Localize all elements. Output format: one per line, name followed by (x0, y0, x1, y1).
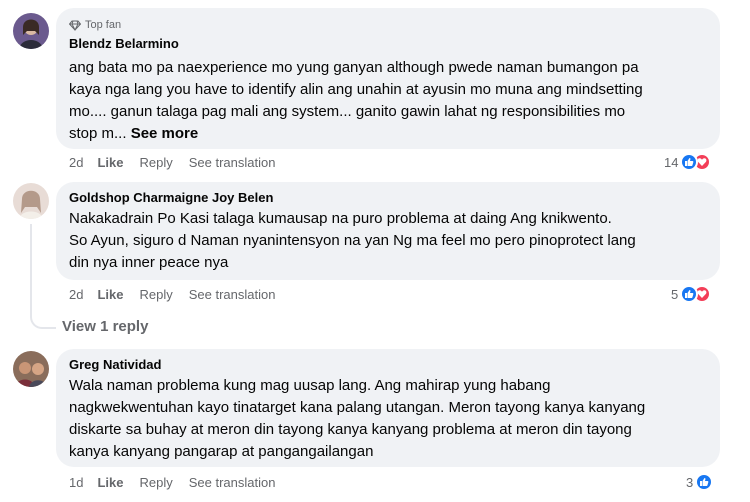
reply-button[interactable]: Reply (139, 155, 172, 170)
timestamp[interactable]: 2d (69, 287, 83, 302)
reply-thread-line (30, 224, 56, 329)
timestamp[interactable]: 1d (69, 475, 83, 490)
reaction-count: 3 (686, 474, 694, 490)
like-reaction-icon (695, 473, 714, 491)
like-button[interactable]: Like (97, 287, 123, 302)
diamond-icon (69, 20, 81, 31)
see-translation-link[interactable]: See translation (189, 287, 276, 302)
comment-text: Nakakadrain Po Kasi talaga kumausap na p… (69, 208, 636, 274)
comment-line: ang bata mo pa naexperience mo yung gany… (69, 59, 639, 76)
view-replies-link[interactable]: View 1 reply (62, 318, 148, 335)
reply-button[interactable]: Reply (139, 475, 172, 490)
timestamp[interactable]: 2d (69, 155, 83, 170)
comment-actions: 2d Like Reply See translation (69, 155, 291, 170)
comment-text: ang bata mo pa naexperience mo yung gany… (69, 57, 643, 145)
comment-line: nagkwekwentuhan kayo tinatarget kana pal… (69, 399, 646, 416)
comment-line: mo.... ganun talaga pag mali ang system.… (69, 103, 626, 120)
reaction-summary[interactable]: 3 (686, 473, 714, 491)
like-button[interactable]: Like (97, 155, 123, 170)
comment-line: Wala naman problema kung mag uusap lang.… (69, 377, 551, 394)
see-translation-link[interactable]: See translation (189, 475, 276, 490)
comment-actions: 1d Like Reply See translation (69, 475, 291, 490)
reply-button[interactable]: Reply (139, 287, 172, 302)
comment-text: Wala naman problema kung mag uusap lang.… (69, 375, 645, 463)
comment-line-text: stop m... (69, 125, 127, 142)
reaction-summary[interactable]: 5 (671, 285, 712, 303)
avatar[interactable] (13, 13, 49, 49)
comment-line: din nya inner peace nya (69, 254, 229, 271)
comment-line: So Ayun, siguro d Naman nyanintensyon na… (69, 232, 636, 249)
comment-line: kanya kanyang pangarap at pangangailanga… (69, 443, 374, 460)
reaction-summary[interactable]: 14 (664, 153, 712, 171)
see-more-link[interactable]: See more (131, 125, 199, 142)
comment-author[interactable]: Blendz Belarmino (69, 36, 179, 51)
like-button[interactable]: Like (97, 475, 123, 490)
reaction-count: 5 (671, 286, 679, 302)
comment-author[interactable]: Goldshop Charmaigne Joy Belen (69, 190, 273, 205)
avatar[interactable] (13, 351, 49, 387)
badge-label: Top fan (85, 19, 122, 31)
comment-line: diskarte sa buhay at meron din tayong ka… (69, 421, 632, 438)
comment-actions: 2d Like Reply See translation (69, 287, 291, 302)
top-fan-badge: Top fan (69, 19, 121, 31)
comment-line: Nakakadrain Po Kasi talaga kumausap na p… (69, 210, 612, 227)
comment-author[interactable]: Greg Natividad (69, 357, 161, 372)
comment-line: stop m... See more (69, 123, 643, 145)
see-translation-link[interactable]: See translation (189, 155, 276, 170)
comment-line: kaya nga lang you have to identify alin … (69, 81, 643, 98)
avatar[interactable] (13, 183, 49, 219)
reaction-count: 14 (664, 154, 679, 170)
